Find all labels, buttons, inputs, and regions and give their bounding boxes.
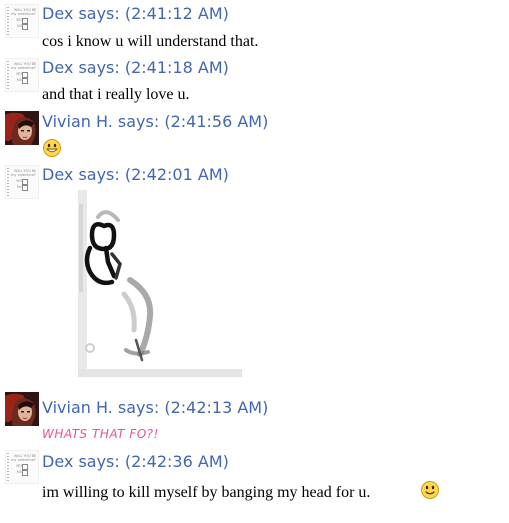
sender-header: Dex says: (2:41:12 AM) (42, 4, 229, 23)
sender-header: Dex says: (2:42:36 AM) (42, 452, 229, 471)
checkbox-icon (22, 470, 28, 476)
sender-header: Dex says: (2:42:01 AM) (42, 165, 229, 184)
avatar-decoration (7, 7, 9, 35)
dex-avatar[interactable]: WILL YOU BE my valentine? YES NO (5, 450, 39, 484)
vivian-avatar[interactable] (5, 111, 39, 145)
message-text: and that i really love u. (42, 86, 190, 103)
avatar-text: my valentine? (11, 173, 36, 177)
dex-avatar[interactable]: WILL YOU BE my valentine? YES NO (5, 4, 39, 38)
message-text: im willing to kill myself by banging my … (42, 484, 371, 501)
checkbox-icon (22, 78, 28, 84)
animated-gif-image[interactable] (78, 190, 242, 377)
avatar-text: my valentine? (11, 66, 36, 70)
avatar-text: my valentine? (11, 458, 36, 462)
sender-header: Vivian H. says: (2:41:56 AM) (42, 112, 269, 131)
checkbox-icon (22, 24, 28, 30)
vivian-avatar-photo (5, 392, 39, 426)
avatar-text: my valentine? (11, 12, 36, 16)
message-text: cos i know u will understand that. (42, 33, 259, 50)
avatar-decoration (7, 61, 9, 89)
sender-header: Vivian H. says: (2:42:13 AM) (42, 398, 269, 417)
dex-avatar[interactable]: WILL YOU BE my valentine? YES NO (5, 58, 39, 92)
vivian-avatar[interactable] (5, 392, 39, 426)
dex-avatar[interactable]: WILL YOU BE my valentine? YES NO (5, 165, 39, 199)
styled-message-text: WHATS THAT FO?! (42, 427, 159, 441)
smiley-icon (421, 481, 439, 499)
smiley-icon (43, 139, 61, 157)
vivian-avatar-photo (5, 111, 39, 145)
sender-header: Dex says: (2:41:18 AM) (42, 58, 229, 77)
avatar-decoration (7, 168, 9, 196)
stick-figure-animation (78, 190, 242, 377)
avatar-decoration (7, 453, 9, 481)
checkbox-icon (22, 185, 28, 191)
